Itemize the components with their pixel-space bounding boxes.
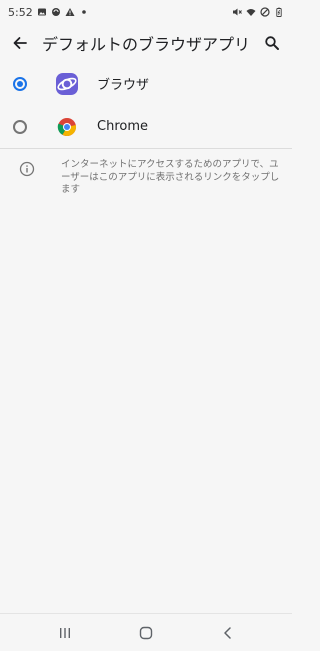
status-bar: 5:52 — [0, 0, 292, 24]
back-button[interactable] — [0, 24, 40, 62]
back-nav-button[interactable] — [218, 623, 238, 643]
chrome-icon — [57, 117, 77, 136]
arrow-back-icon — [13, 37, 27, 49]
app-bar: デフォルトのブラウザアプリ — [0, 24, 292, 62]
samsung-internet-icon — [56, 72, 78, 95]
option-label-chrome: Chrome — [97, 119, 148, 134]
home-button[interactable] — [136, 623, 156, 643]
mute-icon — [232, 7, 242, 17]
recents-icon — [60, 628, 70, 638]
radio-browser-selected[interactable] — [13, 76, 27, 91]
chevron-left-icon — [224, 627, 231, 639]
battery-icon — [274, 7, 284, 17]
status-time: 5:52 — [8, 5, 33, 19]
recent-apps-button[interactable] — [55, 623, 75, 643]
sync-icon — [51, 7, 61, 17]
info-icon — [19, 161, 35, 177]
info-description: インターネットにアクセスするためのアプリで、ユーザーはこのアプリに表示されるリン… — [61, 159, 280, 195]
dnd-icon — [260, 7, 270, 17]
radio-chrome-unselected[interactable] — [13, 119, 27, 134]
divider — [0, 148, 292, 149]
navigation-bar — [0, 613, 292, 651]
option-browser[interactable]: ブラウザ — [0, 62, 292, 105]
option-chrome[interactable]: Chrome — [0, 105, 292, 148]
wifi-icon — [246, 7, 256, 17]
gallery-icon — [37, 7, 47, 17]
search-icon — [265, 36, 279, 50]
search-button[interactable] — [252, 24, 292, 62]
page-title: デフォルトのブラウザアプリ — [42, 35, 251, 54]
dot-icon — [79, 7, 89, 17]
option-label-browser: ブラウザ — [97, 78, 150, 93]
warning-icon — [65, 7, 75, 17]
home-icon — [139, 626, 153, 640]
